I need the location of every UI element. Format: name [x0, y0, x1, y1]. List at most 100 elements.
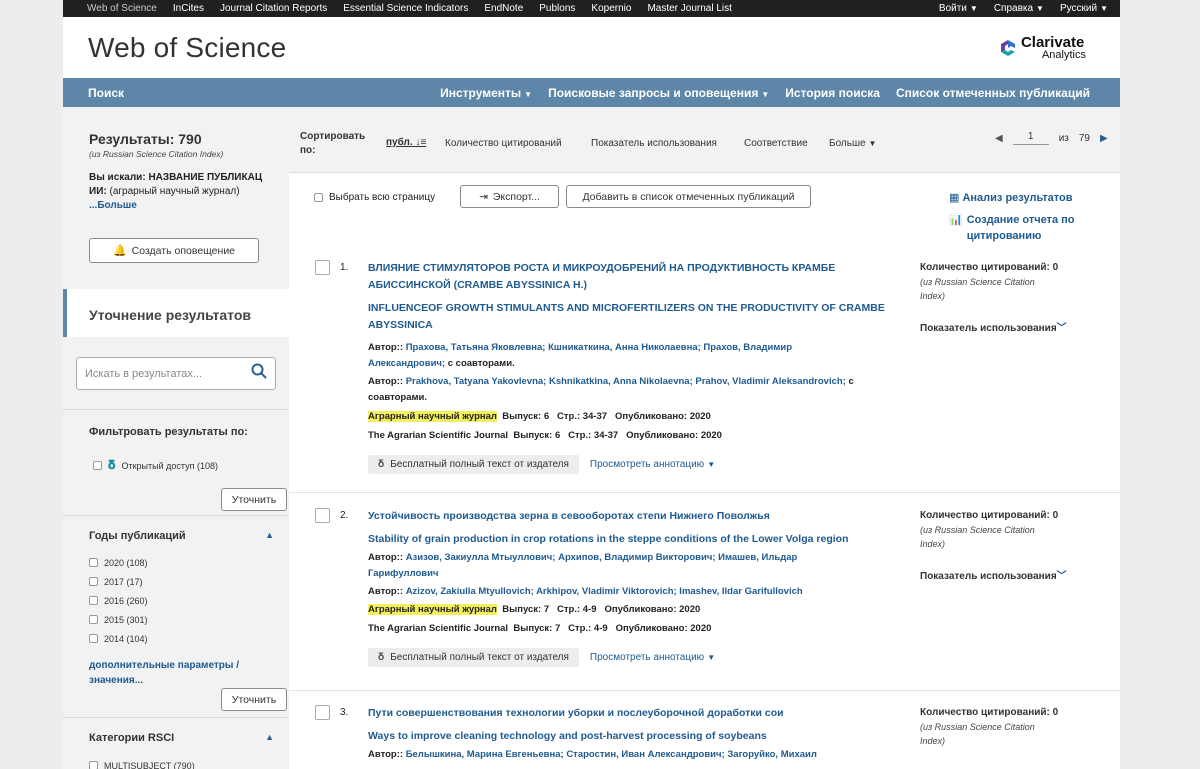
- citation-count[interactable]: Количество цитирований: 0: [920, 707, 1110, 718]
- more-options-line1: дополнительные параметры /: [89, 660, 239, 671]
- export-button[interactable]: ⇥ Экспорт...: [460, 185, 559, 208]
- year-2020[interactable]: 2020 (108): [89, 553, 148, 572]
- year-label: 2016 (260): [104, 595, 148, 606]
- year-2016[interactable]: 2016 (260): [89, 591, 148, 610]
- select-page-row[interactable]: Выбрать всю страницу: [314, 192, 435, 203]
- years-title: Годы публикаций: [89, 530, 186, 542]
- year-2015[interactable]: 2015 (301): [89, 610, 148, 629]
- usage-label: Показатель использования: [920, 323, 1057, 334]
- authors-en-link[interactable]: Azizov, Zakiulla Mtyullovich; Arkhipov, …: [406, 586, 803, 597]
- page-number-input[interactable]: 1: [1012, 131, 1049, 145]
- citation-count[interactable]: Количество цитирований: 0: [920, 510, 1110, 521]
- result-checkbox[interactable]: [315, 260, 330, 275]
- help-menu[interactable]: Справка ▼: [994, 3, 1044, 14]
- citation-count[interactable]: Количество цитирований: 0: [920, 262, 1110, 273]
- year-2017[interactable]: 2017 (17): [89, 572, 148, 591]
- authors-ru-link[interactable]: Прахова, Татьяна Яковлевна; Кшникаткина,…: [406, 342, 792, 353]
- nav-marked-list[interactable]: Список отмеченных публикаций: [896, 86, 1090, 100]
- authors-ru-link[interactable]: Гарифуллович: [368, 568, 438, 579]
- nav-search-history[interactable]: История поиска: [785, 86, 880, 100]
- author-label: Автор::: [368, 376, 404, 387]
- open-access-icon: 𝛅: [108, 458, 116, 472]
- year-2014[interactable]: 2014 (104): [89, 629, 148, 648]
- main-nav: Поиск Инструменты ▼ Поисковые запросы и о…: [63, 78, 1120, 107]
- free-fulltext-button[interactable]: 𝛅 Бесплатный полный текст от издателя: [368, 455, 579, 474]
- caret-down-icon: ▼: [1036, 4, 1044, 13]
- more-link[interactable]: ...Больше: [89, 200, 137, 211]
- topbar-link-wos[interactable]: Web of Science: [87, 3, 157, 14]
- searched-prefix: Вы искали:: [89, 172, 146, 183]
- topbar-link-mjl[interactable]: Master Journal List: [647, 3, 731, 14]
- open-access-facet[interactable]: 𝛅 Открытый доступ (108): [93, 456, 218, 475]
- collapse-triangle-icon[interactable]: ▲: [265, 732, 274, 744]
- nav-tools[interactable]: Инструменты ▼: [440, 86, 532, 100]
- result-title-ru[interactable]: Пути совершенствования технологии уборки…: [368, 705, 908, 722]
- more-options-link[interactable]: дополнительные параметры / значения...: [89, 658, 239, 688]
- rsci-multisubject[interactable]: MULTISUBJECT (790): [89, 756, 195, 769]
- coauthors-text: соавторами.: [368, 392, 428, 403]
- view-abstract-link[interactable]: Просмотреть аннотацию ▼: [590, 459, 715, 470]
- result-title-en[interactable]: Stability of grain production in crop ro…: [368, 531, 908, 548]
- sort-more[interactable]: Больше ▼: [829, 138, 876, 149]
- top-product-bar: Web of Science InCites Journal Citation …: [63, 0, 1120, 17]
- select-page-checkbox[interactable]: [314, 193, 323, 202]
- nav-search[interactable]: Поиск: [88, 86, 124, 100]
- year-checkbox[interactable]: [89, 558, 98, 567]
- sort-by-usage[interactable]: Показатель использования: [591, 138, 717, 149]
- topbar-link-incites[interactable]: InCites: [173, 3, 204, 14]
- view-abstract-link[interactable]: Просмотреть аннотацию ▼: [590, 652, 715, 663]
- result-title-en[interactable]: INFLUENCEOF GROWTH STIMULANTS AND MICROF…: [368, 300, 888, 334]
- sort-by-relevance[interactable]: Соответствие: [744, 138, 808, 149]
- rsci-checkbox[interactable]: [89, 761, 98, 769]
- free-fulltext-button[interactable]: 𝛅 Бесплатный полный текст от издателя: [368, 648, 579, 667]
- year-checkbox[interactable]: [89, 596, 98, 605]
- result-title-ru[interactable]: ВЛИЯНИЕ СТИМУЛЯТОРОВ РОСТА И МИКРОУДОБРЕ…: [368, 260, 888, 294]
- authors-en-link[interactable]: Prakhova, Tatyana Yakovlevna; Kshnikatki…: [406, 376, 846, 387]
- year-checkbox[interactable]: [89, 634, 98, 643]
- topbar-link-jcr[interactable]: Journal Citation Reports: [220, 3, 327, 14]
- search-in-results-input[interactable]: Искать в результатах...: [76, 357, 276, 390]
- topbar-link-esi[interactable]: Essential Science Indicators: [343, 3, 468, 14]
- signin-menu[interactable]: Войти ▼: [939, 3, 978, 14]
- topbar-link-kopernio[interactable]: Kopernio: [591, 3, 631, 14]
- authors-ru-link[interactable]: Азизов, Закиулла Мтыуллович; Архипов, Вл…: [406, 552, 798, 563]
- open-access-checkbox[interactable]: [93, 461, 102, 470]
- citation-report-line1: Создание отчета по: [966, 214, 1075, 226]
- bar-chart-icon: 📊: [949, 214, 963, 226]
- topbar-link-endnote[interactable]: EndNote: [484, 3, 523, 14]
- abstract-label: Просмотреть аннотацию: [589, 459, 705, 470]
- authors-ru: Автор:: Азизов, Закиулла Мтыуллович; Арх…: [368, 550, 908, 582]
- create-alert-button[interactable]: 🔔 Создать оповещение: [89, 238, 259, 263]
- add-to-marked-button[interactable]: Добавить в список отмеченных публикаций: [566, 185, 811, 208]
- result-title-en[interactable]: Ways to improve cleaning technology and …: [368, 728, 908, 745]
- refine-button-1[interactable]: Уточнить: [221, 488, 287, 511]
- analyze-results-link[interactable]: ▦ Анализ результатов: [949, 191, 1072, 204]
- searched-value: НАЗВАНИЕ ПУБЛИКАЦ: [148, 172, 263, 183]
- search-icon[interactable]: [251, 363, 267, 384]
- prev-page-icon[interactable]: ◀: [995, 133, 1003, 144]
- collapse-triangle-icon[interactable]: ▲: [265, 530, 274, 542]
- refine-button-2[interactable]: Уточнить: [221, 688, 287, 711]
- rsci-header[interactable]: Категории RSCI ▲: [89, 732, 274, 744]
- result-checkbox[interactable]: [315, 508, 330, 523]
- year-label: 2020 (108): [104, 557, 148, 568]
- site-title[interactable]: Web of Science: [88, 32, 286, 64]
- language-menu[interactable]: Русский ▼: [1060, 3, 1108, 14]
- nav-searches-alerts[interactable]: Поисковые запросы и оповещения ▼: [548, 86, 769, 100]
- sort-by-date[interactable]: публ. ↓≡: [386, 137, 426, 148]
- authors-ru-link[interactable]: Белышкина, Марина Евгеньевна; Старостин,…: [406, 749, 817, 760]
- year-checkbox[interactable]: [89, 577, 98, 586]
- journal-ru-line: Аграрный научный журнал Выпуск: 7 Стр.: …: [368, 602, 908, 618]
- authors-ru-link[interactable]: Александрович;: [368, 358, 445, 369]
- usage-count-toggle[interactable]: Показатель использования﹀: [920, 567, 1110, 582]
- next-page-icon[interactable]: ▶: [1100, 133, 1108, 144]
- topbar-link-publons[interactable]: Publons: [539, 3, 575, 14]
- citation-report-link[interactable]: 📊 Создание отчета по цитированию: [949, 212, 1075, 244]
- sort-by-citations[interactable]: Количество цитирований: [445, 138, 562, 149]
- usage-count-toggle[interactable]: Показатель использования﹀: [920, 319, 1110, 334]
- years-header[interactable]: Годы публикаций ▲: [89, 530, 274, 542]
- result-checkbox[interactable]: [315, 705, 330, 720]
- citation-info: Количество цитирований: 0 (из Russian Sc…: [920, 262, 1110, 334]
- year-checkbox[interactable]: [89, 615, 98, 624]
- result-title-ru[interactable]: Устойчивость производства зерна в севооб…: [368, 508, 908, 525]
